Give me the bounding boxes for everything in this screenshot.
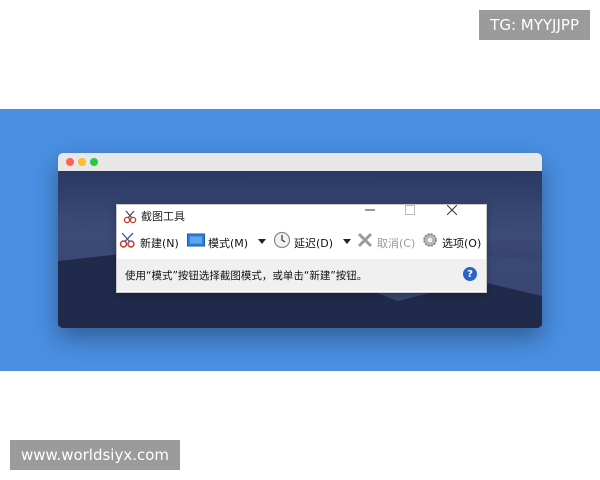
snipping-tool-app-icon [123,209,138,224]
minimize-button[interactable] [365,205,401,227]
status-message: 使用“模式”按钮选择截图模式，或单击“新建”按钮。 [125,270,368,282]
close-button[interactable] [447,205,483,227]
cancel-x-icon [356,232,374,252]
delay-dropdown-arrow-icon[interactable] [343,239,351,244]
new-snip-button[interactable]: 新建(N) [119,231,179,255]
help-icon[interactable]: ? [463,267,477,281]
toolbar: 新建(N) 模式(M) 延迟(D) 取消(C) 选项(O) [117,231,486,255]
mac-titlebar [58,153,542,171]
delay-label: 延迟(D) [294,237,334,250]
mac-window: 截图工具 新建(N) 模式(M) 延迟(D) 取消(C) 选项(O) 使用“模式… [58,153,542,328]
maximize-button[interactable] [405,205,441,227]
delay-button[interactable]: 延迟(D) [273,231,333,255]
window-title: 截图工具 [141,210,185,223]
status-bar: 使用“模式”按钮选择截图模式，或单击“新建”按钮。 ? [117,259,486,291]
cancel-label: 取消(C) [377,237,416,250]
snipping-tool-window: 截图工具 新建(N) 模式(M) 延迟(D) 取消(C) 选项(O) 使用“模式… [116,204,487,293]
scissors-icon [119,232,137,252]
mode-label: 模式(M) [208,237,249,250]
zoom-traffic-light[interactable] [90,158,98,166]
watermark-bottom: www.worldsiyx.com [10,440,181,470]
gear-icon [421,233,439,252]
mode-dropdown-arrow-icon[interactable] [258,239,266,244]
blue-backdrop: 截图工具 新建(N) 模式(M) 延迟(D) 取消(C) 选项(O) 使用“模式… [0,109,600,371]
options-button[interactable]: 选项(O) [421,231,481,255]
desktop-wallpaper: 截图工具 新建(N) 模式(M) 延迟(D) 取消(C) 选项(O) 使用“模式… [58,171,542,328]
snipping-tool-titlebar: 截图工具 [117,205,486,227]
mode-icon [187,233,205,252]
mode-button[interactable]: 模式(M) [187,231,248,255]
options-label: 选项(O) [442,237,482,250]
new-snip-label: 新建(N) [140,237,179,250]
close-traffic-light[interactable] [66,158,74,166]
cancel-button[interactable]: 取消(C) [356,231,415,255]
minimize-traffic-light[interactable] [78,158,86,166]
watermark-top: TG: MYYJJPP [479,10,590,40]
clock-icon [273,231,291,252]
